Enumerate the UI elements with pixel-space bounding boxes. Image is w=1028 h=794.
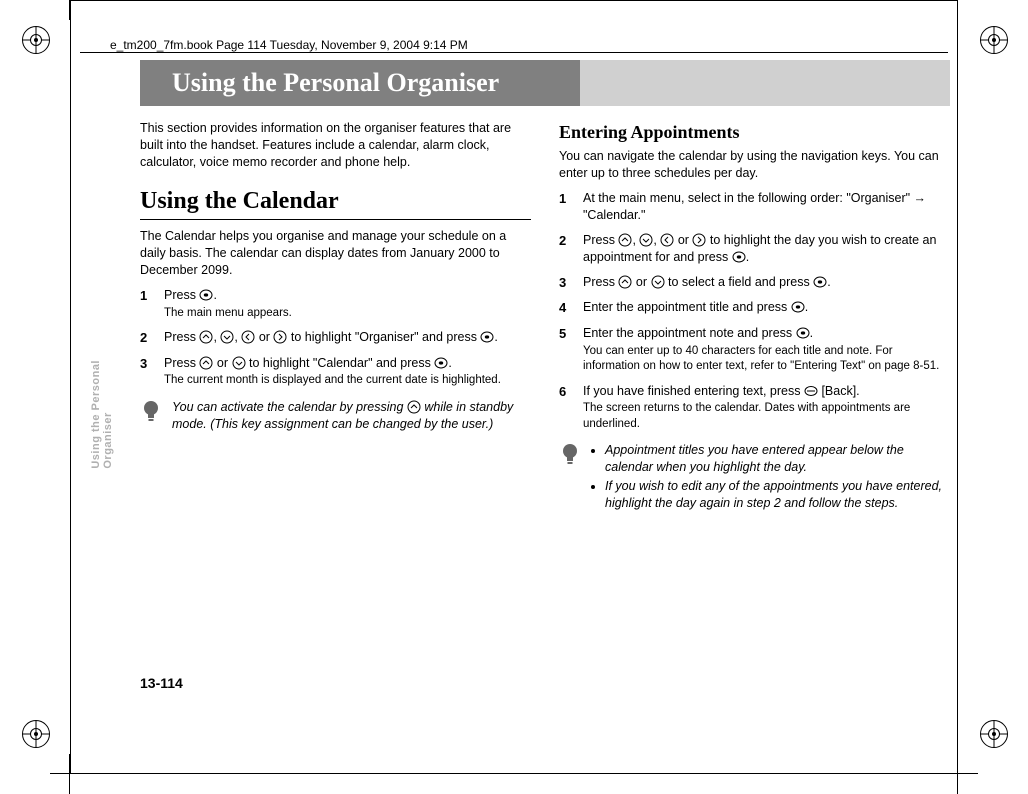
appointments-paragraph: You can navigate the calendar by using t… bbox=[559, 148, 950, 182]
step-6: 6 If you have finished entering text, pr… bbox=[559, 383, 950, 433]
centre-key-icon bbox=[796, 326, 810, 340]
section-heading-calendar: Using the Calendar bbox=[140, 185, 531, 217]
registration-target-icon bbox=[980, 720, 1008, 748]
tip-bullet: If you wish to edit any of the appointme… bbox=[605, 478, 950, 512]
softkey-icon bbox=[804, 384, 818, 398]
side-tab-label: Using the Personal Organiser bbox=[90, 360, 104, 469]
nav-up-icon bbox=[407, 400, 421, 414]
tip-note: Appointment titles you have entered appe… bbox=[559, 442, 950, 514]
nav-down-icon bbox=[639, 233, 653, 247]
step-3: 3 Press or to highlight "Calendar" and p… bbox=[140, 355, 531, 389]
left-column: This section provides information on the… bbox=[140, 120, 531, 514]
step-2: 2 Press , , or to highlight "Organiser" … bbox=[140, 329, 531, 347]
nav-left-icon bbox=[241, 330, 255, 344]
nav-down-icon bbox=[651, 275, 665, 289]
nav-up-icon bbox=[618, 233, 632, 247]
lightbulb-icon bbox=[559, 442, 581, 514]
nav-down-icon bbox=[232, 356, 246, 370]
chapter-heading-bar: Using the Personal Organiser bbox=[140, 60, 950, 106]
centre-key-icon bbox=[480, 330, 494, 344]
centre-key-icon bbox=[199, 288, 213, 302]
step-1: 1 At the main menu, select in the follow… bbox=[559, 190, 950, 224]
nav-right-icon bbox=[273, 330, 287, 344]
centre-key-icon bbox=[434, 356, 448, 370]
page-content: Using the Personal Organiser This sectio… bbox=[140, 60, 950, 514]
calendar-paragraph: The Calendar helps you organise and mana… bbox=[140, 228, 531, 279]
registration-target-icon bbox=[980, 26, 1008, 54]
nav-left-icon bbox=[660, 233, 674, 247]
centre-key-icon bbox=[791, 300, 805, 314]
step-3: 3 Press or to select a field and press . bbox=[559, 274, 950, 292]
step-1: 1 Press . The main menu appears. bbox=[140, 287, 531, 321]
subsection-heading-appointments: Entering Appointments bbox=[559, 120, 950, 144]
centre-key-icon bbox=[732, 250, 746, 264]
intro-paragraph: This section provides information on the… bbox=[140, 120, 531, 171]
nav-down-icon bbox=[220, 330, 234, 344]
centre-key-icon bbox=[813, 275, 827, 289]
nav-right-icon bbox=[692, 233, 706, 247]
framemaker-header: e_tm200_7fm.book Page 114 Tuesday, Novem… bbox=[110, 38, 468, 52]
nav-up-icon bbox=[199, 330, 213, 344]
right-column: Entering Appointments You can navigate t… bbox=[559, 120, 950, 514]
step-4: 4 Enter the appointment title and press … bbox=[559, 299, 950, 317]
header-rule bbox=[80, 52, 948, 53]
chapter-title: Using the Personal Organiser bbox=[158, 60, 580, 106]
page-number: 13-114 bbox=[140, 675, 183, 691]
registration-target-icon bbox=[22, 720, 50, 748]
tip-note: You can activate the calendar by pressin… bbox=[140, 399, 531, 433]
tip-bullet: Appointment titles you have entered appe… bbox=[605, 442, 950, 476]
lightbulb-icon bbox=[140, 399, 162, 433]
registration-target-icon bbox=[22, 26, 50, 54]
nav-up-icon bbox=[618, 275, 632, 289]
nav-up-icon bbox=[199, 356, 213, 370]
step-5: 5 Enter the appointment note and press .… bbox=[559, 325, 950, 375]
step-2: 2 Press , , or to highlight the day you … bbox=[559, 232, 950, 266]
